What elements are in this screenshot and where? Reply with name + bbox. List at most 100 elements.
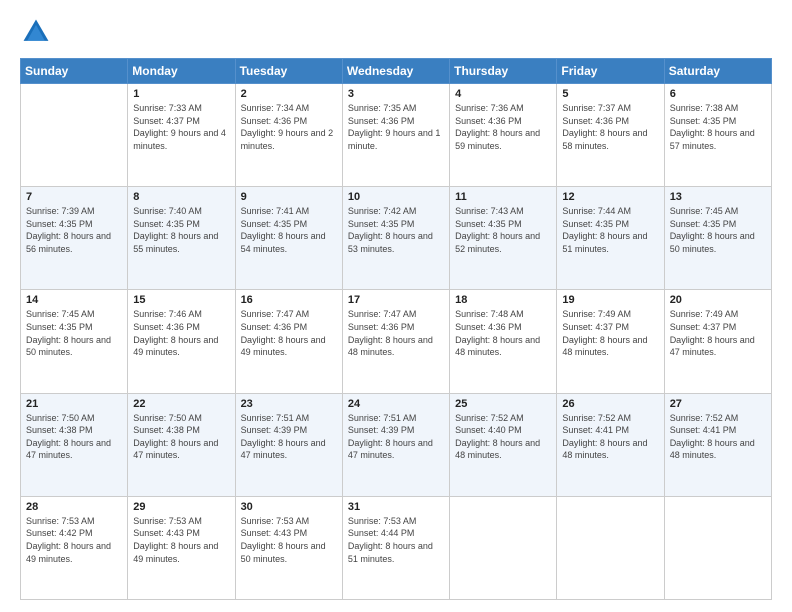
day-info: Sunrise: 7:39 AMSunset: 4:35 PMDaylight:… — [26, 205, 122, 255]
day-info: Sunrise: 7:34 AMSunset: 4:36 PMDaylight:… — [241, 102, 337, 152]
week-row-2: 7 Sunrise: 7:39 AMSunset: 4:35 PMDaylight… — [21, 187, 772, 290]
day-info: Sunrise: 7:38 AMSunset: 4:35 PMDaylight:… — [670, 102, 766, 152]
day-info: Sunrise: 7:53 AMSunset: 4:43 PMDaylight:… — [241, 515, 337, 565]
day-info: Sunrise: 7:53 AMSunset: 4:42 PMDaylight:… — [26, 515, 122, 565]
day-number: 26 — [562, 398, 658, 410]
day-info: Sunrise: 7:46 AMSunset: 4:36 PMDaylight:… — [133, 308, 229, 358]
calendar-cell: 15 Sunrise: 7:46 AMSunset: 4:36 PMDayligh… — [128, 290, 235, 393]
calendar-cell: 10 Sunrise: 7:42 AMSunset: 4:35 PMDayligh… — [342, 187, 449, 290]
weekday-header-sunday: Sunday — [21, 59, 128, 84]
calendar-cell: 18 Sunrise: 7:48 AMSunset: 4:36 PMDayligh… — [450, 290, 557, 393]
weekday-header-friday: Friday — [557, 59, 664, 84]
day-number: 18 — [455, 294, 551, 306]
day-number: 30 — [241, 501, 337, 513]
day-number: 11 — [455, 191, 551, 203]
day-info: Sunrise: 7:37 AMSunset: 4:36 PMDaylight:… — [562, 102, 658, 152]
weekday-header-tuesday: Tuesday — [235, 59, 342, 84]
calendar-page: SundayMondayTuesdayWednesdayThursdayFrid… — [0, 0, 792, 612]
calendar-cell: 26 Sunrise: 7:52 AMSunset: 4:41 PMDayligh… — [557, 393, 664, 496]
day-number: 12 — [562, 191, 658, 203]
day-number: 10 — [348, 191, 444, 203]
calendar-cell: 22 Sunrise: 7:50 AMSunset: 4:38 PMDayligh… — [128, 393, 235, 496]
day-info: Sunrise: 7:51 AMSunset: 4:39 PMDaylight:… — [241, 412, 337, 462]
day-number: 19 — [562, 294, 658, 306]
day-number: 17 — [348, 294, 444, 306]
weekday-header-saturday: Saturday — [664, 59, 771, 84]
week-row-4: 21 Sunrise: 7:50 AMSunset: 4:38 PMDayligh… — [21, 393, 772, 496]
day-number: 20 — [670, 294, 766, 306]
day-number: 5 — [562, 88, 658, 100]
weekday-header-monday: Monday — [128, 59, 235, 84]
calendar-cell: 1 Sunrise: 7:33 AMSunset: 4:37 PMDaylight… — [128, 84, 235, 187]
calendar-table: SundayMondayTuesdayWednesdayThursdayFrid… — [20, 58, 772, 600]
day-info: Sunrise: 7:42 AMSunset: 4:35 PMDaylight:… — [348, 205, 444, 255]
calendar-cell: 2 Sunrise: 7:34 AMSunset: 4:36 PMDaylight… — [235, 84, 342, 187]
calendar-cell — [450, 496, 557, 599]
day-info: Sunrise: 7:53 AMSunset: 4:44 PMDaylight:… — [348, 515, 444, 565]
calendar-cell: 14Sunrise: 7:45 AMSunset: 4:35 PMDayligh… — [21, 290, 128, 393]
day-info: Sunrise: 7:40 AMSunset: 4:35 PMDaylight:… — [133, 205, 229, 255]
calendar-cell: 13 Sunrise: 7:45 AMSunset: 4:35 PMDayligh… — [664, 187, 771, 290]
calendar-cell: 27 Sunrise: 7:52 AMSunset: 4:41 PMDayligh… — [664, 393, 771, 496]
day-info: Sunrise: 7:41 AMSunset: 4:35 PMDaylight:… — [241, 205, 337, 255]
calendar-cell: 4Sunrise: 7:36 AMSunset: 4:36 PMDaylight… — [450, 84, 557, 187]
day-info: Sunrise: 7:52 AMSunset: 4:41 PMDaylight:… — [670, 412, 766, 462]
day-number: 3 — [348, 88, 444, 100]
calendar-cell: 5 Sunrise: 7:37 AMSunset: 4:36 PMDaylight… — [557, 84, 664, 187]
calendar-cell: 24 Sunrise: 7:51 AMSunset: 4:39 PMDayligh… — [342, 393, 449, 496]
day-number: 29 — [133, 501, 229, 513]
weekday-header-thursday: Thursday — [450, 59, 557, 84]
day-number: 15 — [133, 294, 229, 306]
day-number: 22 — [133, 398, 229, 410]
day-info: Sunrise: 7:52 AMSunset: 4:41 PMDaylight:… — [562, 412, 658, 462]
day-number: 6 — [670, 88, 766, 100]
day-info: Sunrise: 7:49 AMSunset: 4:37 PMDaylight:… — [670, 308, 766, 358]
calendar-cell: 25 Sunrise: 7:52 AMSunset: 4:40 PMDayligh… — [450, 393, 557, 496]
day-info: Sunrise: 7:48 AMSunset: 4:36 PMDaylight:… — [455, 308, 551, 358]
calendar-cell: 9 Sunrise: 7:41 AMSunset: 4:35 PMDaylight… — [235, 187, 342, 290]
day-info: Sunrise: 7:44 AMSunset: 4:35 PMDaylight:… — [562, 205, 658, 255]
logo — [20, 16, 56, 48]
day-info: Sunrise: 7:49 AMSunset: 4:37 PMDaylight:… — [562, 308, 658, 358]
calendar-cell: 3 Sunrise: 7:35 AMSunset: 4:36 PMDaylight… — [342, 84, 449, 187]
day-number: 8 — [133, 191, 229, 203]
day-number: 9 — [241, 191, 337, 203]
calendar-cell — [21, 84, 128, 187]
day-info: Sunrise: 7:53 AMSunset: 4:43 PMDaylight:… — [133, 515, 229, 565]
logo-icon — [20, 16, 52, 48]
day-info: Sunrise: 7:35 AMSunset: 4:36 PMDaylight:… — [348, 102, 444, 152]
day-number: 31 — [348, 501, 444, 513]
weekday-header-wednesday: Wednesday — [342, 59, 449, 84]
calendar-cell: 28 Sunrise: 7:53 AMSunset: 4:42 PMDayligh… — [21, 496, 128, 599]
day-info: Sunrise: 7:50 AMSunset: 4:38 PMDaylight:… — [26, 412, 122, 462]
calendar-cell: 30 Sunrise: 7:53 AMSunset: 4:43 PMDayligh… — [235, 496, 342, 599]
calendar-cell: 23 Sunrise: 7:51 AMSunset: 4:39 PMDayligh… — [235, 393, 342, 496]
calendar-cell: 16Sunrise: 7:47 AMSunset: 4:36 PMDayligh… — [235, 290, 342, 393]
day-number: 21 — [26, 398, 122, 410]
calendar-cell: 11 Sunrise: 7:43 AMSunset: 4:35 PMDayligh… — [450, 187, 557, 290]
day-number: 13 — [670, 191, 766, 203]
day-number: 2 — [241, 88, 337, 100]
day-info: Sunrise: 7:47 AMSunset: 4:36 PMDaylight:… — [241, 308, 337, 358]
calendar-cell: 20 Sunrise: 7:49 AMSunset: 4:37 PMDayligh… — [664, 290, 771, 393]
day-number: 7 — [26, 191, 122, 203]
calendar-cell: 31 Sunrise: 7:53 AMSunset: 4:44 PMDayligh… — [342, 496, 449, 599]
calendar-cell: 12 Sunrise: 7:44 AMSunset: 4:35 PMDayligh… — [557, 187, 664, 290]
day-number: 1 — [133, 88, 229, 100]
day-info: Sunrise: 7:51 AMSunset: 4:39 PMDaylight:… — [348, 412, 444, 462]
week-row-1: 1 Sunrise: 7:33 AMSunset: 4:37 PMDaylight… — [21, 84, 772, 187]
day-info: Sunrise: 7:43 AMSunset: 4:35 PMDaylight:… — [455, 205, 551, 255]
day-info: Sunrise: 7:52 AMSunset: 4:40 PMDaylight:… — [455, 412, 551, 462]
day-info: Sunrise: 7:36 AMSunset: 4:36 PMDaylight:… — [455, 102, 551, 152]
day-number: 25 — [455, 398, 551, 410]
day-number: 28 — [26, 501, 122, 513]
day-info: Sunrise: 7:47 AMSunset: 4:36 PMDaylight:… — [348, 308, 444, 358]
day-info: Sunrise: 7:45 AMSunset: 4:35 PMDaylight:… — [670, 205, 766, 255]
day-number: 24 — [348, 398, 444, 410]
day-info: Sunrise: 7:50 AMSunset: 4:38 PMDaylight:… — [133, 412, 229, 462]
day-info: Sunrise: 7:33 AMSunset: 4:37 PMDaylight:… — [133, 102, 229, 152]
calendar-cell — [664, 496, 771, 599]
header — [20, 16, 772, 48]
day-number: 23 — [241, 398, 337, 410]
day-number: 27 — [670, 398, 766, 410]
